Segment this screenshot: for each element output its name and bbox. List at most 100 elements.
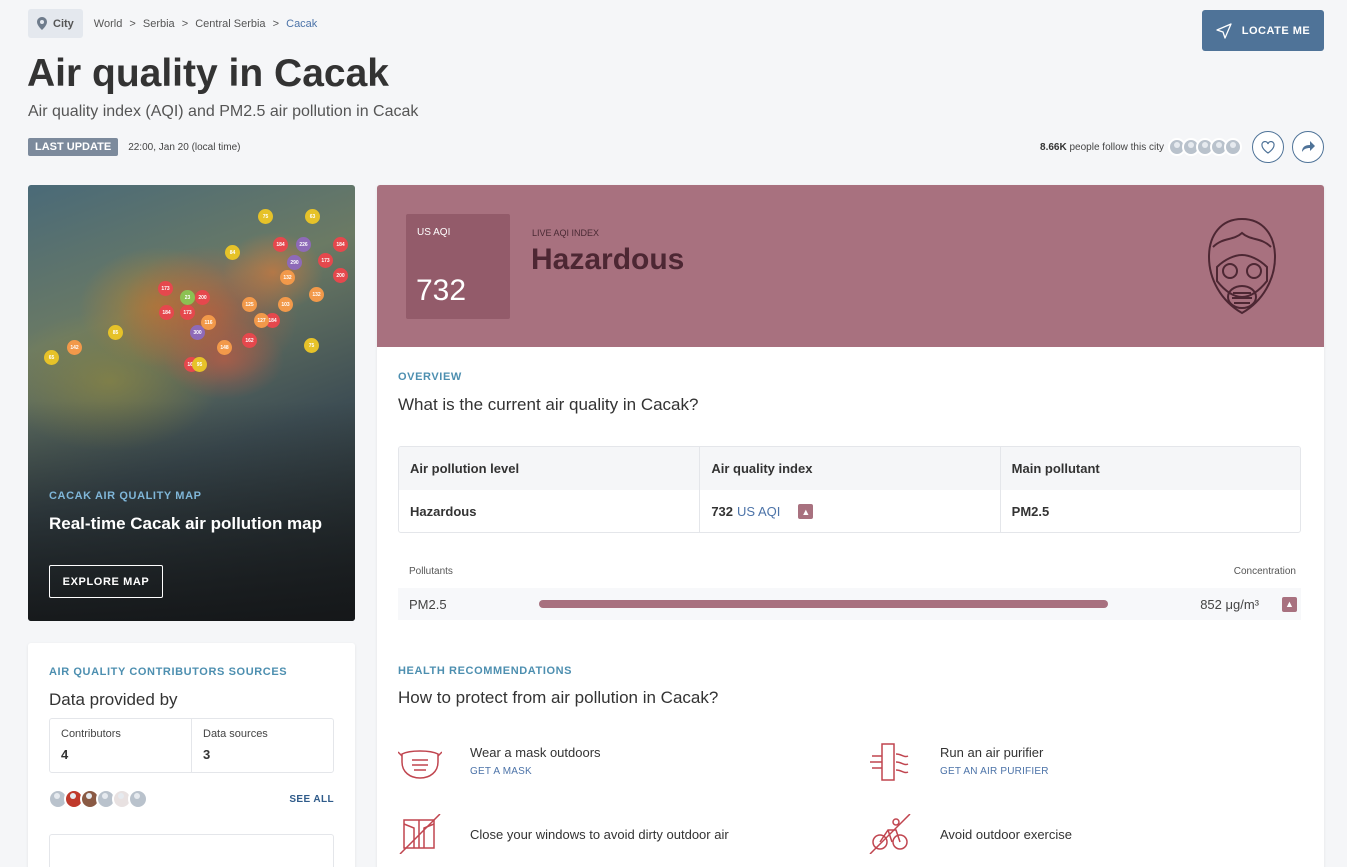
pollutant-row: PM2.5 852 μg/m³ ▲ [398, 588, 1301, 620]
breadcrumb: City World > Serbia > Central Serbia > C… [28, 9, 321, 38]
get-air-purifier-link[interactable]: GET AN AIR PURIFIER [940, 766, 1049, 777]
map-marker[interactable]: 148 [217, 340, 232, 355]
recommendation-text: Run an air purifier GET AN AIR PURIFIER [940, 745, 1049, 777]
contributors-value: 4 [61, 747, 69, 762]
map-marker[interactable]: 132 [280, 270, 295, 285]
breadcrumb-world[interactable]: World [94, 18, 123, 30]
map-marker[interactable]: 85 [108, 325, 123, 340]
aqi-summary-table: Air pollution level Air quality index Ma… [398, 446, 1301, 533]
city-chip: City [28, 9, 83, 38]
gas-mask-face-icon [1207, 217, 1277, 315]
concentration-header: Concentration [1233, 566, 1296, 577]
aqi-index-unit: US AQI [737, 504, 781, 519]
map-marker[interactable]: 127 [254, 313, 269, 328]
map-marker[interactable]: 173 [180, 305, 195, 320]
aqi-status: Hazardous [531, 243, 685, 276]
map-marker[interactable]: 173 [318, 253, 333, 268]
aqi-value-box: US AQI 732 [406, 214, 510, 319]
aqi-value: 732 [416, 274, 467, 307]
aqi-label: US AQI [417, 227, 451, 238]
map-marker[interactable]: 200 [333, 268, 348, 283]
last-update-tag: LAST UPDATE [28, 138, 119, 156]
recommendation-windows: Close your windows to avoid dirty outdoo… [398, 814, 729, 854]
map-marker[interactable]: 184 [333, 237, 348, 252]
map-marker[interactable]: 200 [195, 290, 210, 305]
pollutant-concentration: 852 μg/m³ [1200, 596, 1259, 612]
breadcrumb-region[interactable]: Central Serbia [195, 18, 265, 30]
contributors-card: AIR QUALITY CONTRIBUTORS SOURCES Data pr… [28, 643, 355, 867]
recommendation-title: Avoid outdoor exercise [940, 827, 1073, 842]
map-kicker: CACAK AIR QUALITY MAP [49, 490, 202, 502]
data-sources-label: Data sources [203, 728, 268, 740]
aqi-main-card: US AQI 732 LIVE AQI INDEX Hazardous OVER… [377, 185, 1324, 867]
map-marker[interactable]: 290 [287, 255, 302, 270]
followers-text: 8.66K people follow this city [1040, 142, 1164, 153]
contributor-detail-box [49, 834, 334, 867]
live-aqi-label: LIVE AQI INDEX [532, 228, 600, 238]
contributors-label: Contributors [61, 728, 121, 740]
map-marker[interactable]: 173 [158, 281, 173, 296]
map-marker[interactable]: 95 [192, 357, 207, 372]
see-all-link[interactable]: SEE ALL [289, 794, 334, 805]
share-button[interactable] [1292, 131, 1324, 163]
locate-me-button[interactable]: LOCATE ME [1202, 10, 1324, 51]
recommendation-text: Close your windows to avoid dirty outdoo… [470, 817, 729, 842]
mask-icon [398, 750, 442, 779]
recommendation-title: Run an air purifier [940, 745, 1044, 760]
followers-count: 8.66K [1040, 141, 1067, 153]
map-marker[interactable]: 103 [278, 297, 293, 312]
trend-up-icon: ▲ [798, 504, 814, 519]
follow-button[interactable] [1252, 131, 1284, 163]
map-marker[interactable]: 132 [309, 287, 324, 302]
table-row: Hazardous 732 US AQI ▲ PM2.5 [399, 490, 1300, 532]
map-marker[interactable]: 184 [159, 305, 174, 320]
map-marker[interactable]: 184 [273, 237, 288, 252]
air-quality-map-card[interactable]: 75 63 184 226 184 84 290 173 200 132 173 23 200 125 10… [28, 185, 355, 621]
explore-map-button[interactable]: EXPLORE MAP [49, 565, 163, 598]
map-marker[interactable]: 125 [242, 297, 257, 312]
locate-me-label: LOCATE ME [1241, 24, 1311, 37]
aqi-banner: US AQI 732 LIVE AQI INDEX Hazardous [377, 185, 1324, 347]
get-mask-link[interactable]: GET A MASK [470, 766, 601, 777]
last-update-time: 22:00, Jan 20 (local time) [128, 141, 241, 153]
map-marker[interactable]: 84 [225, 245, 240, 260]
map-marker[interactable]: 23 [180, 290, 195, 305]
map-marker[interactable]: 63 [305, 209, 320, 224]
map-marker[interactable]: 142 [67, 340, 82, 355]
contributor-avatars[interactable] [48, 789, 148, 809]
aqi-index-value: 732 [711, 504, 734, 519]
location-pin-icon [37, 17, 47, 30]
map-marker[interactable]: 116 [201, 315, 216, 330]
breadcrumb-separator: > [272, 17, 280, 30]
breadcrumb-trail: World > Serbia > Central Serbia > Cacak [94, 18, 322, 30]
table-header-cell: Main pollutant [999, 447, 1300, 490]
follower-avatars [1168, 138, 1242, 156]
map-marker[interactable]: 75 [258, 209, 273, 224]
breadcrumb-separator: > [181, 17, 189, 30]
health-question: How to protect from air pollution in Cac… [398, 688, 719, 707]
overview-question: What is the current air quality in Cacak… [398, 395, 699, 414]
map-title: Real-time Cacak air pollution map [49, 514, 323, 533]
map-marker[interactable]: 65 [44, 350, 59, 365]
air-purifier-icon [870, 743, 909, 781]
contributors-kicker: AIR QUALITY CONTRIBUTORS SOURCES [49, 666, 288, 678]
pollutant-bar-track [539, 600, 1108, 608]
navigation-arrow-icon [1216, 22, 1232, 39]
followers-label: people follow this city [1069, 141, 1165, 153]
table-header-cell: Air pollution level [410, 461, 520, 476]
recommendation-text: Avoid outdoor exercise [940, 817, 1072, 842]
breadcrumb-current: Cacak [286, 17, 318, 30]
map-marker[interactable]: 226 [296, 237, 311, 252]
table-header-row: Air pollution level Air quality index Ma… [399, 447, 1300, 490]
avatar[interactable] [128, 789, 148, 809]
closed-window-icon [399, 814, 441, 854]
breadcrumb-country[interactable]: Serbia [143, 18, 175, 30]
heart-icon [1261, 140, 1275, 154]
map-marker[interactable]: 162 [242, 333, 257, 348]
breadcrumb-separator: > [129, 17, 136, 30]
map-marker[interactable]: 75 [304, 338, 319, 353]
recommendation-title: Wear a mask outdoors [470, 745, 601, 760]
follow-row: 8.66K people follow this city [1040, 131, 1324, 163]
overview-kicker: OVERVIEW [398, 371, 462, 383]
avatar [1224, 138, 1242, 156]
